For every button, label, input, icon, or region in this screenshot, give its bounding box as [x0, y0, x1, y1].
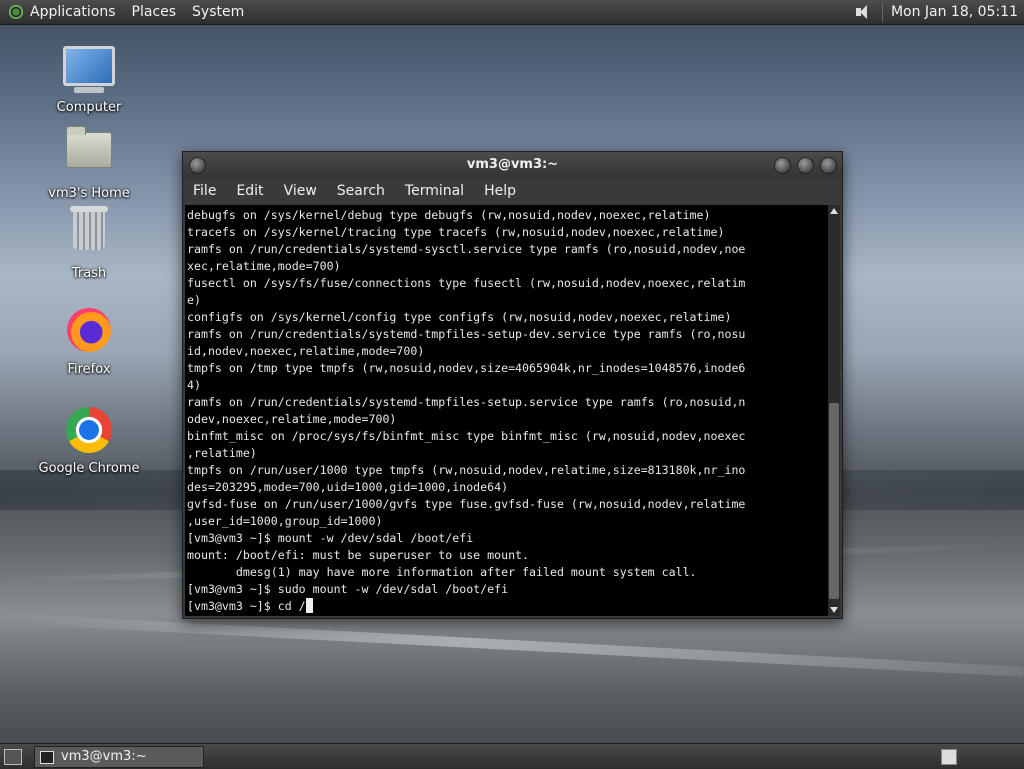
distro-logo-icon[interactable] [8, 4, 24, 20]
desktop-icon-label: vm3's Home [48, 186, 130, 201]
window-menu-button[interactable] [189, 157, 206, 174]
window-title: vm3@vm3:~ [466, 157, 559, 172]
workspace-switcher[interactable] [941, 749, 957, 765]
terminal-line: ramfs on /run/credentials/systemd-tmpfil… [187, 395, 746, 409]
panel-separator [881, 2, 883, 22]
terminal-scrollbar[interactable] [828, 205, 840, 616]
terminal-line: debugfs on /sys/kernel/debug type debugf… [187, 208, 711, 222]
terminal-line: [vm3@vm3 ~]$ mount -w /dev/sdal /boot/ef… [187, 531, 474, 545]
terminal-output[interactable]: debugfs on /sys/kernel/debug type debugf… [185, 205, 828, 616]
clock[interactable]: Mon Jan 18, 05:11 [891, 4, 1018, 20]
desktop-icon-label: Computer [56, 100, 122, 115]
home-folder-icon [63, 126, 115, 184]
terminal-line: e) [187, 293, 201, 307]
desktop-icon-label: Firefox [67, 362, 111, 377]
terminal-line: fusectl on /sys/fs/fuse/connections type… [187, 276, 746, 290]
menu-edit[interactable]: Edit [226, 183, 273, 199]
terminal-line: 4) [187, 378, 201, 392]
menu-applications[interactable]: Applications [30, 4, 116, 20]
terminal-line: des=203295,mode=700,uid=1000,gid=1000,in… [187, 480, 509, 494]
terminal-line: tmpfs on /run/user/1000 type tmpfs (rw,n… [187, 463, 746, 477]
desktop-icon-chrome[interactable]: Google Chrome [34, 404, 144, 476]
terminal-line: mount: /boot/efi: must be superuser to u… [187, 548, 530, 562]
terminal-menubar: File Edit View Search Terminal Help [183, 178, 842, 204]
show-desktop-icon[interactable] [4, 749, 22, 765]
trash-icon [63, 206, 115, 264]
terminal-line: [vm3@vm3 ~]$ sudo mount -w /dev/sdal /bo… [187, 582, 509, 596]
terminal-line: id,nodev,noexec,relatime,mode=700) [187, 344, 425, 358]
wallpaper-streak [0, 613, 1024, 677]
terminal-icon [40, 751, 54, 764]
top-panel: Applications Places System Mon Jan 18, 0… [0, 0, 1024, 25]
desktop-icon-home[interactable]: vm3's Home [34, 124, 144, 201]
taskbar-item-terminal[interactable]: vm3@vm3:~ [34, 746, 204, 768]
terminal-prompt-line: [vm3@vm3 ~]$ cd / [187, 599, 306, 613]
menu-search[interactable]: Search [327, 183, 395, 199]
terminal-line: gvfsd-fuse on /run/user/1000/gvfs type f… [187, 497, 746, 511]
terminal-line: tracefs on /sys/kernel/tracing type trac… [187, 225, 725, 239]
firefox-icon [63, 308, 115, 360]
volume-icon[interactable] [854, 4, 872, 20]
terminal-cursor [305, 598, 313, 613]
menu-help[interactable]: Help [474, 183, 526, 199]
terminal-line: ramfs on /run/credentials/systemd-tmpfil… [187, 327, 746, 341]
terminal-window[interactable]: vm3@vm3:~ File Edit View Search Terminal… [182, 151, 843, 619]
scroll-down-arrow-icon[interactable] [830, 607, 838, 613]
terminal-line: ,relatime) [187, 446, 257, 460]
minimize-button[interactable] [774, 157, 791, 174]
bottom-panel: vm3@vm3:~ [0, 743, 1024, 769]
terminal-line: ramfs on /run/credentials/systemd-sysctl… [187, 242, 746, 256]
terminal-line: ,user_id=1000,group_id=1000) [187, 514, 383, 528]
desktop-icon-label: Google Chrome [38, 461, 140, 476]
terminal-line: xec,relatime,mode=700) [187, 259, 341, 273]
terminal-line: dmesg(1) may have more information after… [235, 565, 697, 579]
scroll-up-arrow-icon[interactable] [830, 208, 838, 214]
terminal-line: configfs on /sys/kernel/config type conf… [187, 310, 732, 324]
chrome-icon [63, 407, 115, 459]
scroll-thumb[interactable] [829, 403, 839, 599]
desktop-icon-label: Trash [71, 266, 107, 281]
desktop-icon-trash[interactable]: Trash [34, 204, 144, 281]
menu-places[interactable]: Places [132, 4, 177, 20]
terminal-line: odev,noexec,relatime,mode=700) [187, 412, 397, 426]
menu-system[interactable]: System [192, 4, 244, 20]
desktop-icon-firefox[interactable]: Firefox [34, 304, 144, 377]
terminal-line: binfmt_misc on /proc/sys/fs/binfmt_misc … [187, 429, 746, 443]
panel-tray: Mon Jan 18, 05:11 [854, 0, 1024, 24]
window-titlebar[interactable]: vm3@vm3:~ [183, 152, 842, 178]
menu-view[interactable]: View [274, 183, 327, 199]
maximize-button[interactable] [797, 157, 814, 174]
menu-terminal[interactable]: Terminal [395, 183, 474, 199]
terminal-line: tmpfs on /tmp type tmpfs (rw,nosuid,node… [187, 361, 746, 375]
desktop-icon-computer[interactable]: Computer [34, 44, 144, 115]
taskbar-item-label: vm3@vm3:~ [61, 749, 147, 764]
close-button[interactable] [820, 157, 837, 174]
computer-icon [63, 46, 115, 98]
menu-file[interactable]: File [183, 183, 226, 199]
terminal-text: debugfs on /sys/kernel/debug type debugf… [185, 205, 828, 615]
